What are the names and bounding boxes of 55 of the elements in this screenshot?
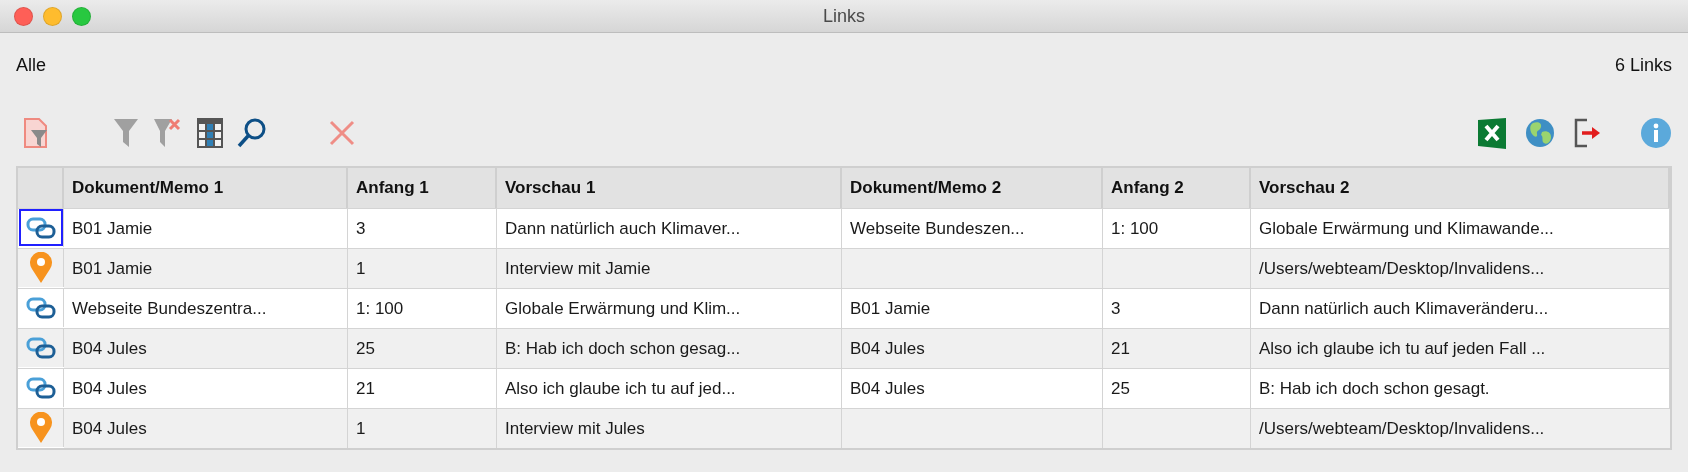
table-cell: B: Hab ich doch schon gesag... [497, 328, 842, 368]
table-cell: 1 [348, 248, 497, 288]
minimize-button[interactable] [43, 6, 62, 26]
table-cell: Dann natürlich auch Klimaveränderu... [1251, 288, 1670, 328]
column-header[interactable]: Vorschau 2 [1251, 168, 1670, 208]
table-cell: 1 [348, 408, 497, 448]
info-icon[interactable] [1640, 117, 1672, 149]
table-cell: Also ich glaube ich tu auf jed... [497, 368, 842, 408]
table-cell: /Users/webteam/Desktop/Invalidens... [1251, 408, 1670, 448]
table-cell: Dann natürlich auch Klimaver... [497, 208, 842, 248]
table-cell: B01 Jamie [64, 248, 348, 288]
row-icon-cell[interactable] [18, 208, 64, 247]
table-cell: 1: 100 [1103, 208, 1251, 248]
table-cell: 3 [348, 208, 497, 248]
table-cell: B: Hab ich doch schon gesagt. [1251, 368, 1670, 408]
zoom-button[interactable] [72, 6, 91, 26]
columns-button[interactable] [194, 117, 226, 149]
column-header[interactable]: Dokument/Memo 2 [842, 168, 1103, 208]
row-icon-cell[interactable] [18, 328, 64, 367]
column-header[interactable]: Anfang 1 [348, 168, 497, 208]
row-icon-cell[interactable] [18, 368, 64, 407]
table-cell: Interview mit Jamie [497, 248, 842, 288]
table-cell: 3 [1103, 288, 1251, 328]
close-button[interactable] [14, 6, 33, 26]
table-cell: Webseite Bundeszentra... [64, 288, 348, 328]
table-cell: /Users/webteam/Desktop/Invalidens... [1251, 248, 1670, 288]
table-cell: Webseite Bundeszen... [842, 208, 1103, 248]
table-cell: B04 Jules [842, 328, 1103, 368]
table-cell: 25 [348, 328, 497, 368]
row-icon-cell[interactable] [18, 408, 64, 447]
column-header[interactable]: Vorschau 1 [497, 168, 842, 208]
spreadsheet-export-icon[interactable] [1476, 117, 1508, 149]
row-icon-cell[interactable] [18, 288, 64, 327]
table-cell: 1: 100 [348, 288, 497, 328]
column-header[interactable]: Dokument/Memo 1 [64, 168, 348, 208]
table-cell: Interview mit Jules [497, 408, 842, 448]
window-title: Links [823, 5, 865, 27]
table-cell: B01 Jamie [842, 288, 1103, 328]
table-cell: Also ich glaube ich tu auf jeden Fall ... [1251, 328, 1670, 368]
link-count: 6 Links [1614, 54, 1672, 76]
table-cell: B04 Jules [64, 368, 348, 408]
globe-icon[interactable] [1524, 117, 1556, 149]
table-cell: 25 [1103, 368, 1251, 408]
column-header[interactable]: Anfang 2 [1103, 168, 1251, 208]
table-cell: B04 Jules [842, 368, 1103, 408]
table-cell: 21 [348, 368, 497, 408]
row-icon-cell[interactable] [18, 248, 64, 287]
table-cell: Globale Erwärmung und Klimawande... [1251, 208, 1670, 248]
table-cell: 21 [1103, 328, 1251, 368]
filter-label: Alle [16, 54, 46, 76]
table-cell: B04 Jules [64, 408, 348, 448]
table-cell: Globale Erwärmung und Klim... [497, 288, 842, 328]
table-cell: B01 Jamie [64, 208, 348, 248]
search-icon[interactable] [236, 117, 268, 149]
table-cell: B04 Jules [64, 328, 348, 368]
